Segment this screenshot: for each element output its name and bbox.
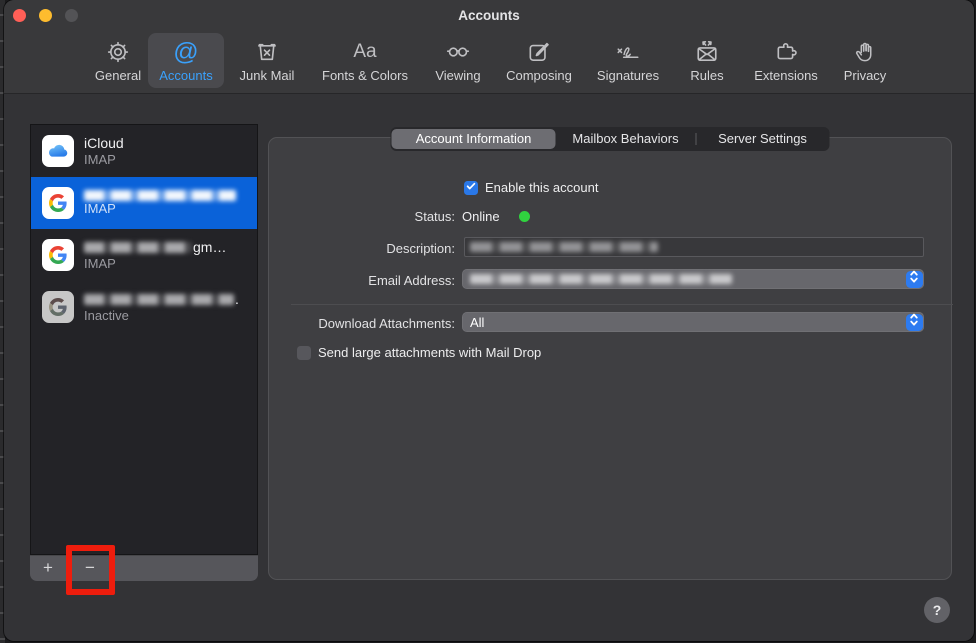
status-label: Status: [275,209,455,224]
status-online-indicator [519,211,530,222]
at-icon: @ [173,37,198,67]
maildrop-label: Send large attachments with Mail Drop [318,345,541,360]
account-information-panel: Account InformationMailbox BehaviorsServ… [268,137,952,580]
tab-server-settings[interactable]: Server Settings [697,129,829,149]
toolbar-item-label: Junk Mail [240,68,295,83]
gmail-icon [42,239,74,271]
account-list-actions-bar: + − [30,555,258,581]
gmail-icon [42,187,74,219]
toolbar-item-extensions[interactable]: Extensions [740,33,832,88]
description-field[interactable] [464,237,924,257]
download-attachments-label: Download Attachments: [275,316,455,331]
toolbar-item-signatures[interactable]: Signatures [582,33,674,88]
maildrop-row: Send large attachments with Mail Drop [297,345,541,360]
account-row-redacted-2[interactable]: gm…IMAP [31,229,257,281]
icloud-icon [42,135,74,167]
titlebar: Accounts [4,0,974,30]
toolbar-item-rules[interactable]: Rules [674,33,740,88]
puzzle-icon [772,37,800,67]
up-down-chevrons-icon [909,269,919,289]
gear-icon [105,37,131,67]
toolbar-item-label: Extensions [754,68,818,83]
up-down-chevrons-icon [909,312,919,332]
redacted-email-value [470,274,732,284]
redacted-account-name [84,294,234,305]
traffic-lights [13,9,78,22]
screen: Accounts General@AccountsJunk MailAaFont… [0,0,976,643]
minimize-button[interactable] [39,9,52,22]
account-list: iCloudIMAPIMAPgm…IMAP.Inactive [30,124,258,555]
account-row-redacted-3[interactable]: .Inactive [31,281,257,333]
account-text: gm…IMAP [84,239,226,271]
account-name: . [84,291,239,308]
account-subtitle: IMAP [84,201,236,216]
compose-icon [526,37,552,67]
email-address-label: Email Address: [275,273,455,288]
junk-icon [254,37,280,67]
account-name [84,190,236,201]
glasses-icon [444,37,472,67]
toolbar-item-junk-mail[interactable]: Junk Mail [224,33,310,88]
help-button[interactable]: ? [924,597,950,623]
select-stepper-icon [906,314,923,331]
enable-account-row: Enable this account [464,180,598,195]
account-text: IMAP [84,190,236,216]
toolbar-item-label: Accounts [159,68,212,83]
mail-preferences-window: Accounts General@AccountsJunk MailAaFont… [4,0,974,641]
toolbar-item-label: General [95,68,141,83]
redacted-account-name [84,190,236,201]
toolbar-item-composing[interactable]: Composing [496,33,582,88]
fonts-icon: Aa [353,37,376,67]
toolbar-item-fonts-colors[interactable]: AaFonts & Colors [310,33,420,88]
toolbar-item-viewing[interactable]: Viewing [420,33,496,88]
account-name: gm… [84,239,226,256]
hand-icon [852,37,878,67]
add-account-button[interactable]: + [32,556,64,581]
tab-mailbox-behaviors[interactable]: Mailbox Behaviors [556,129,696,149]
toolbar-item-label: Fonts & Colors [322,68,408,83]
maildrop-checkbox[interactable] [297,346,311,360]
toolbar-item-label: Rules [690,68,723,83]
signature-icon [613,37,643,67]
window-title: Accounts [4,0,974,30]
enable-account-checkbox[interactable] [464,181,478,195]
enable-account-label: Enable this account [485,180,598,195]
annotation-highlight-remove-button [66,545,115,595]
download-attachments-value: All [470,315,484,330]
account-row-icloud[interactable]: iCloudIMAP [31,125,257,177]
account-text: iCloudIMAP [84,135,124,167]
section-divider [291,304,953,305]
download-attachments-select[interactable]: All [462,312,924,332]
rules-icon [693,37,721,67]
checkmark-icon [465,179,477,197]
tab-account-information[interactable]: Account Information [392,129,556,149]
account-tabs: Account InformationMailbox BehaviorsServ… [391,127,830,151]
account-row-redacted-1[interactable]: IMAP [31,177,257,229]
account-subtitle: IMAP [84,256,226,271]
toolbar-item-label: Privacy [844,68,887,83]
account-name: iCloud [84,135,124,152]
close-button[interactable] [13,9,26,22]
email-address-select[interactable] [462,269,924,289]
toolbar-item-general[interactable]: General [88,33,148,88]
redacted-account-name [84,242,192,253]
zoom-button-disabled [65,9,78,22]
toolbar-item-label: Viewing [435,68,480,83]
account-text: .Inactive [84,291,239,323]
toolbar-item-label: Composing [506,68,572,83]
description-label: Description: [275,241,455,256]
toolbar-item-privacy[interactable]: Privacy [832,33,898,88]
redacted-description-value [470,242,658,252]
account-subtitle: IMAP [84,152,124,167]
gmail-icon [42,291,74,323]
toolbar-item-label: Signatures [597,68,659,83]
select-stepper-icon [906,271,923,288]
status-value: Online [462,209,500,224]
preferences-toolbar: General @Accounts Junk Mail AaFonts & Color… [4,30,974,94]
account-subtitle: Inactive [84,308,239,323]
toolbar-item-accounts[interactable]: @Accounts [148,33,224,88]
